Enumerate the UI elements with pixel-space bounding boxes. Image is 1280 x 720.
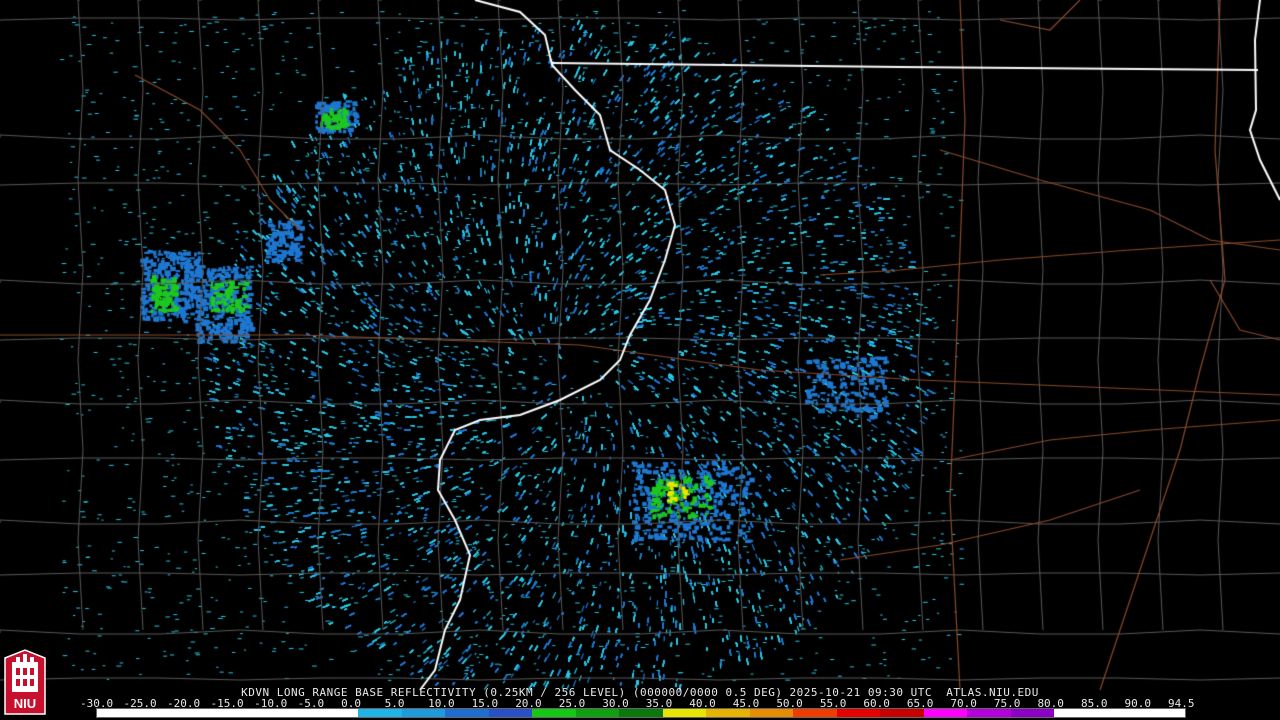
- colorbar-segment: [1010, 709, 1055, 717]
- colorbar-segment: [97, 709, 141, 717]
- niu-logo: NIU: [4, 649, 46, 715]
- colorbar-segment: [488, 709, 533, 717]
- colorbar-segment: [619, 709, 663, 717]
- colorbar-segment: [880, 709, 924, 717]
- colorbar-segment: [140, 709, 185, 717]
- colorbar-segment: [793, 709, 837, 717]
- colorbar-segment: [836, 709, 881, 717]
- colorbar-segment: [923, 709, 968, 717]
- colorbar-segment: [401, 709, 446, 717]
- colorbar-segment: [227, 709, 272, 717]
- reflectivity-colorbar: [96, 708, 1186, 718]
- colorbar-segment: [271, 709, 315, 717]
- logo-text: NIU: [14, 696, 36, 711]
- colorbar-segment: [706, 709, 750, 717]
- colorbar-segment: [184, 709, 228, 717]
- colorbar-segment: [1097, 709, 1142, 717]
- colorbar-segment: [1141, 709, 1185, 717]
- colorbar-segment: [749, 709, 794, 717]
- colorbar-segment: [1054, 709, 1098, 717]
- colorbar-segment: [532, 709, 576, 717]
- colorbar-segment: [358, 709, 402, 717]
- colorbar-segment: [967, 709, 1011, 717]
- colorbar-segment: [662, 709, 707, 717]
- colorbar-segment: [445, 709, 489, 717]
- colorbar-segment: [575, 709, 620, 717]
- radar-map: [0, 0, 1280, 720]
- colorbar-segment: [314, 709, 359, 717]
